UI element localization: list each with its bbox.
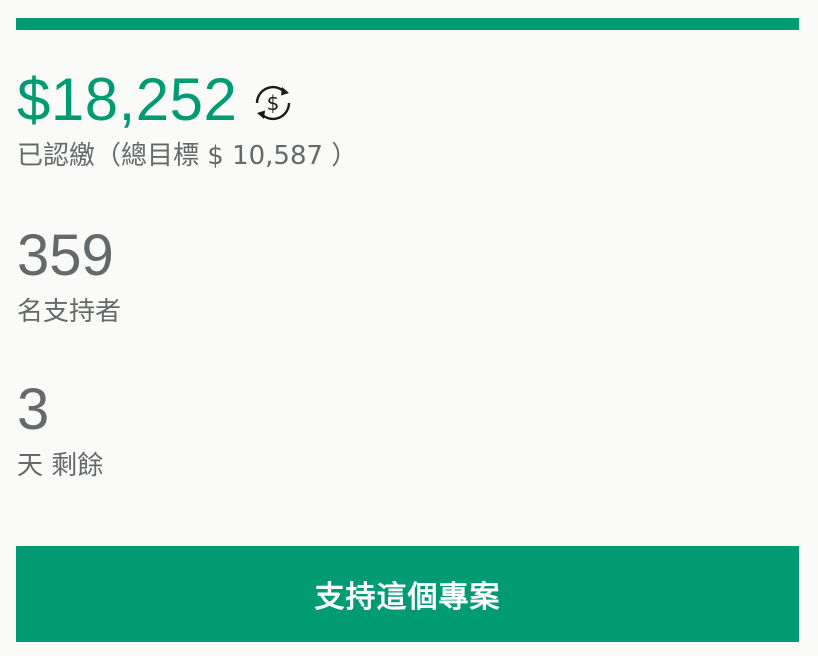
funding-progress-fill	[16, 18, 799, 30]
pledged-row: $18,252 $	[17, 64, 295, 136]
svg-text:$: $	[267, 91, 280, 115]
currency-conversion-icon[interactable]: $	[251, 81, 295, 125]
back-this-project-button[interactable]: 支持這個專案	[16, 546, 799, 642]
pledged-goal-subtitle: 已認繳（總目標 $ 10,587 ）	[17, 141, 358, 171]
backers-count: 359	[17, 223, 114, 288]
days-left-count: 3	[17, 377, 50, 442]
project-stats-panel: $18,252 $ 已認繳（總目標 $ 10,587 ） 359 名支持者 3 …	[0, 0, 818, 656]
pledged-amount: $18,252	[17, 66, 238, 133]
days-left-label: 天 剩餘	[17, 451, 104, 481]
backers-label: 名支持者	[17, 297, 122, 327]
funding-progress-bar	[16, 18, 799, 30]
